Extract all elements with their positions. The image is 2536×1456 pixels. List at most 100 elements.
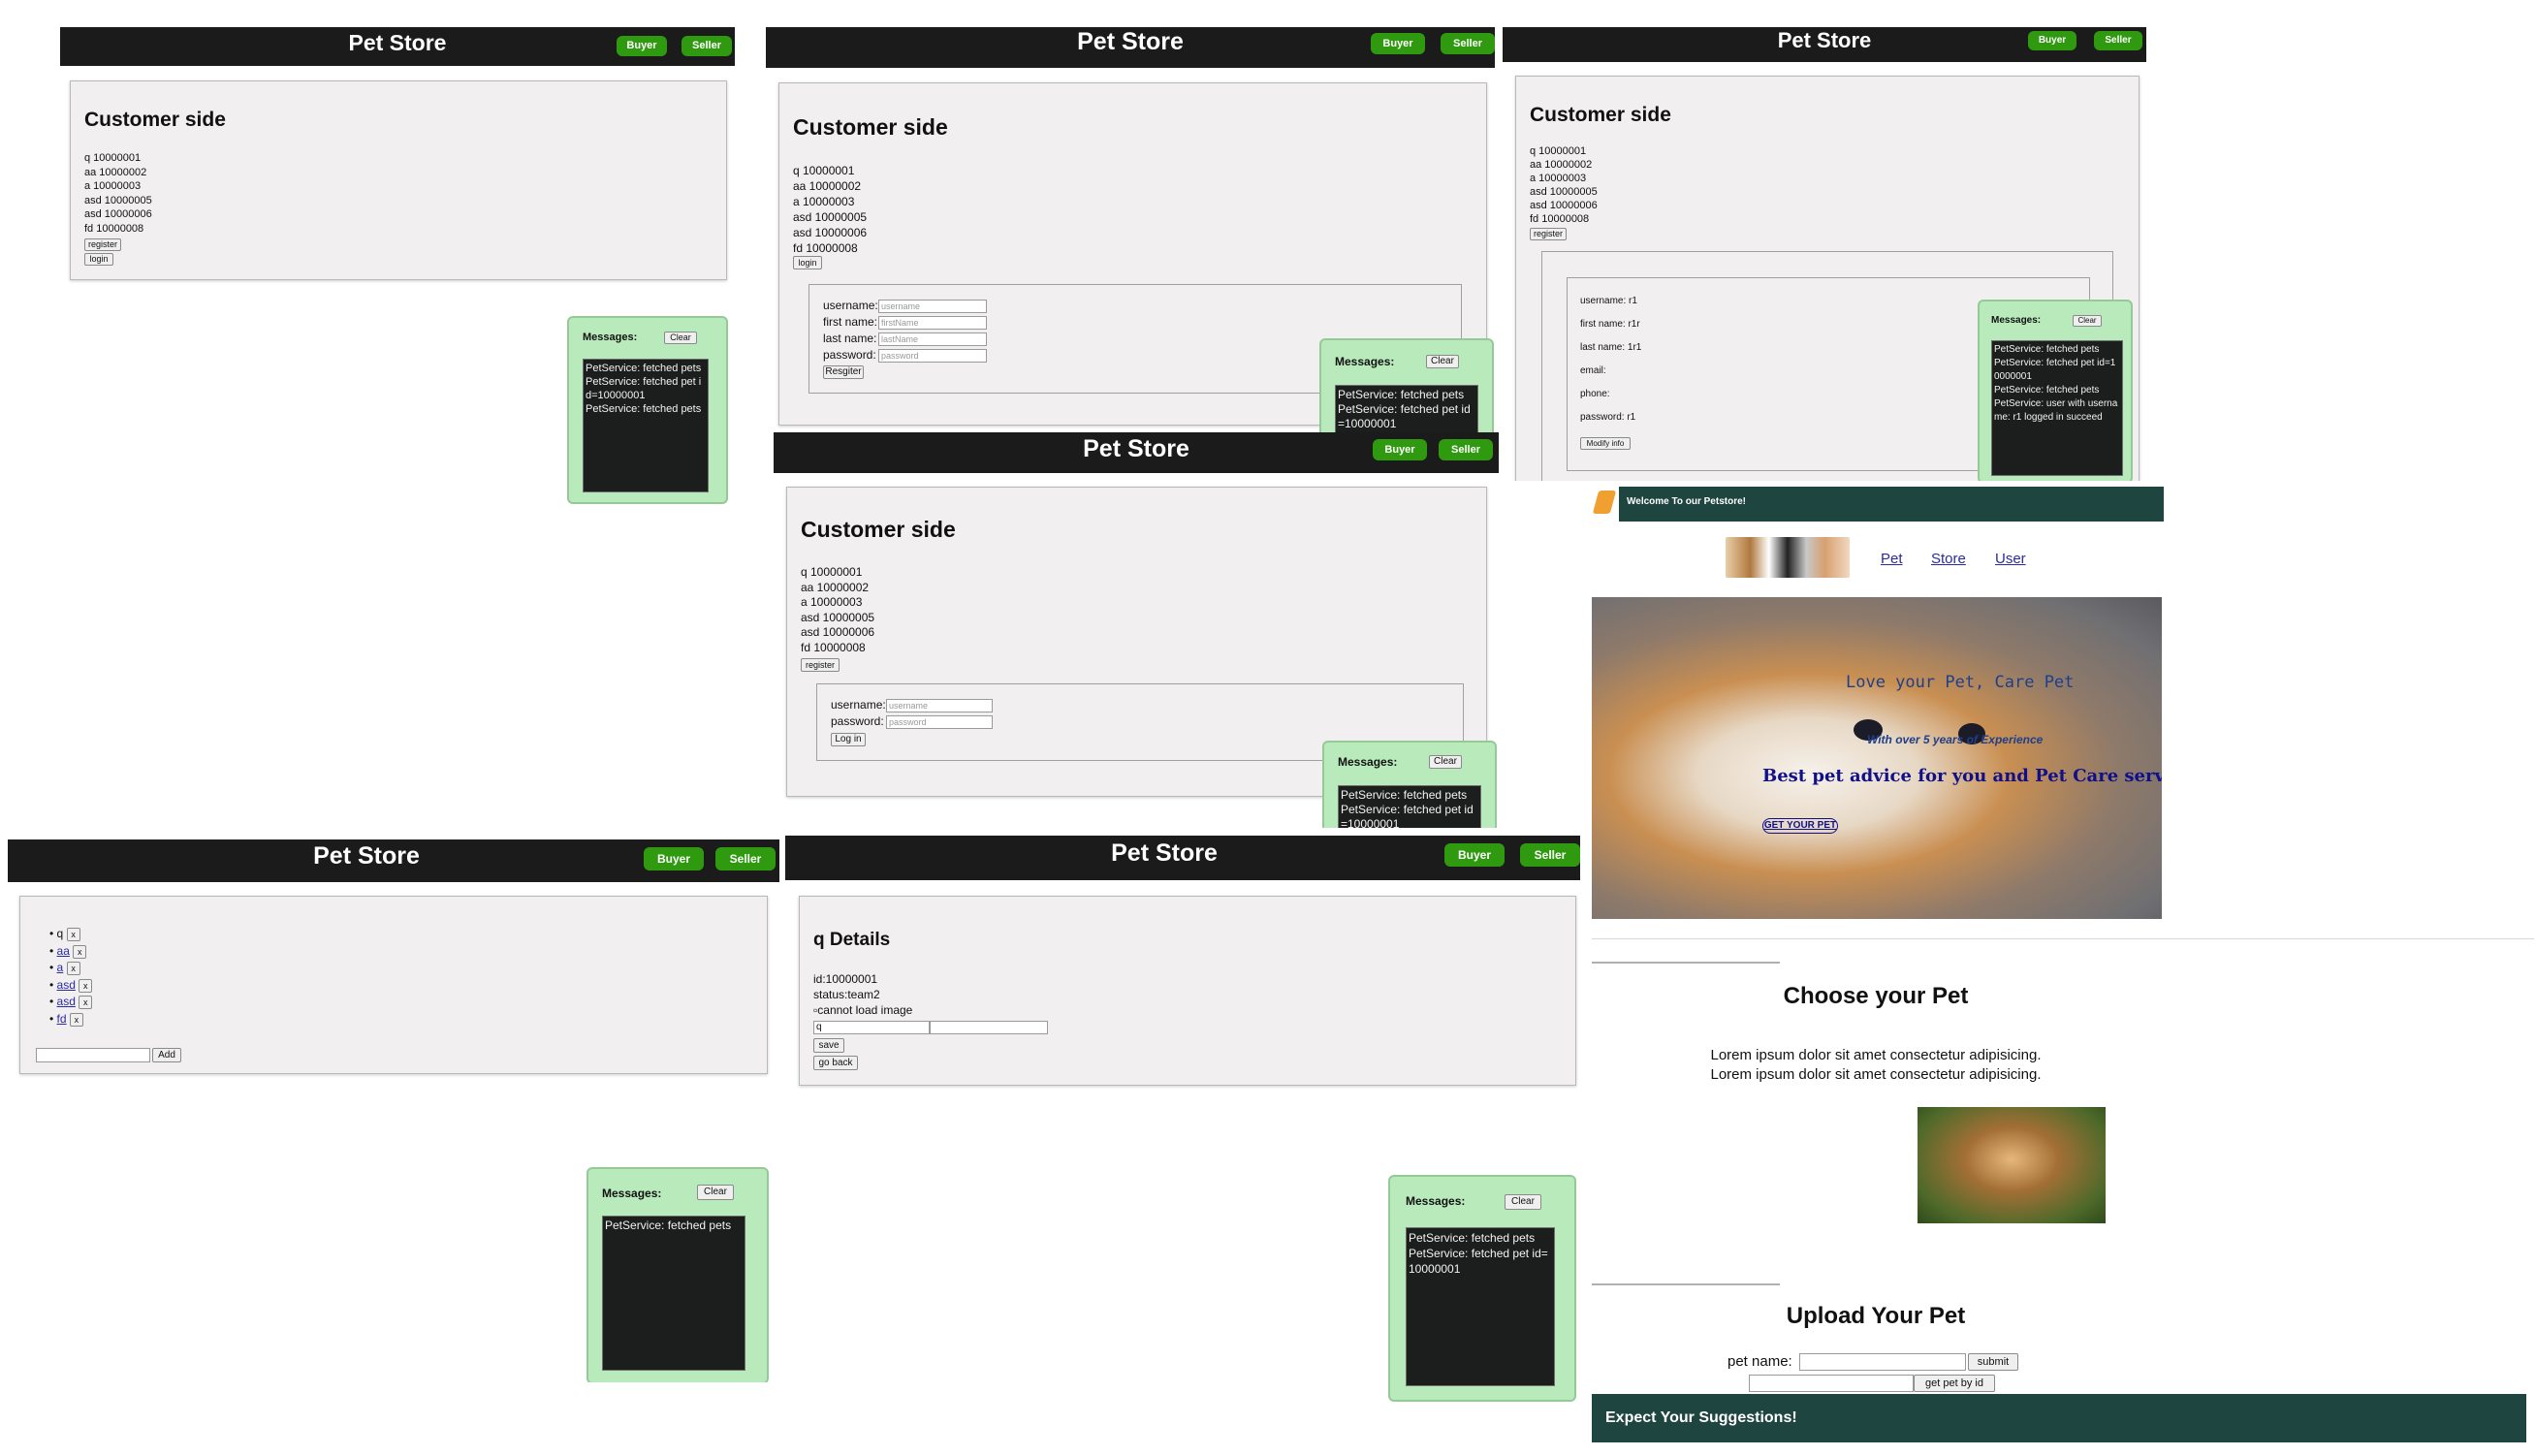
- seller-button[interactable]: Seller: [1441, 33, 1495, 54]
- buyer-button[interactable]: Buyer: [617, 36, 667, 56]
- get-pet-by-id-button[interactable]: get pet by id: [1914, 1375, 1995, 1392]
- detail-heading: q Details: [813, 930, 891, 950]
- remove-button[interactable]: x: [79, 996, 93, 1009]
- buyer-button[interactable]: Buyer: [2028, 31, 2076, 50]
- message-line: PetService: fetched pets: [586, 363, 702, 374]
- get-your-pet-button[interactable]: GET YOUR PET: [1762, 818, 1838, 834]
- login-button[interactable]: login: [793, 256, 822, 269]
- user-item: asd 10000006: [84, 208, 152, 220]
- seller-button[interactable]: Seller: [1520, 843, 1580, 867]
- last-name-input[interactable]: lastName: [878, 332, 987, 346]
- password-input[interactable]: password: [878, 349, 987, 363]
- panel-landing: Welcome To our Petstore! Pet Store User …: [1590, 483, 2534, 1454]
- pet-link[interactable]: asd: [57, 978, 76, 992]
- choose-title: Choose your Pet: [1783, 983, 1969, 1009]
- user-list: q 10000001 aa 10000002 a 10000003 asd 10…: [84, 151, 152, 236]
- user-list: q 10000001 aa 10000002 a 10000003 asd 10…: [801, 565, 874, 655]
- user-item: asd 10000006: [1530, 200, 1598, 211]
- pet-link[interactable]: asd: [57, 995, 76, 1008]
- buyer-button[interactable]: Buyer: [1371, 33, 1425, 54]
- nav-link-pet[interactable]: Pet: [1881, 551, 1903, 567]
- add-pet-input[interactable]: [36, 1048, 150, 1062]
- clear-button[interactable]: Clear: [2073, 315, 2102, 327]
- user-item: q 10000001: [801, 565, 863, 579]
- message-line: PetService: fetched pets: [1994, 385, 2100, 396]
- messages-box: PetService: fetched pets PetService: fet…: [1991, 340, 2123, 476]
- message-line: PetService: fetched pet id=10000001: [1409, 1247, 1548, 1276]
- add-button[interactable]: Add: [152, 1048, 181, 1062]
- panel-customer-list: Pet Store Buyer Seller Customer side q 1…: [60, 27, 735, 512]
- pet-link[interactable]: fd: [57, 1012, 67, 1026]
- user-item: a 10000003: [84, 180, 142, 192]
- app-title: Pet Store: [313, 842, 420, 870]
- message-line: PetService: fetched pets: [1338, 388, 1465, 401]
- remove-button[interactable]: x: [73, 944, 87, 959]
- pet-id-input[interactable]: [1749, 1375, 1914, 1392]
- clear-button[interactable]: Clear: [1429, 755, 1462, 769]
- messages-box: PetService: fetched pets PetService: fet…: [1406, 1227, 1555, 1386]
- username-input[interactable]: username: [878, 300, 987, 313]
- messages-title: Messages:: [1338, 755, 1398, 769]
- remove-button[interactable]: x: [69, 1012, 83, 1027]
- pet-list-item: • a x: [49, 960, 92, 977]
- pet-image-alt: cannot load image: [817, 1003, 913, 1017]
- customer-heading: Customer side: [84, 109, 226, 131]
- user-item: q 10000001: [793, 164, 855, 177]
- remove-button[interactable]: x: [66, 928, 80, 941]
- nav-link-store[interactable]: Store: [1931, 551, 1966, 567]
- submit-button[interactable]: submit: [1968, 1353, 2018, 1371]
- pet-link[interactable]: a: [57, 961, 64, 974]
- user-item: a 10000003: [801, 595, 863, 609]
- seller-button[interactable]: Seller: [715, 847, 776, 870]
- register-submit-button[interactable]: Resgiter: [823, 365, 864, 379]
- pet-list-item: • asd x: [49, 977, 93, 995]
- pet-list: • q x • aa x • a x • asd x • asd x • fd …: [49, 926, 93, 1028]
- buyer-button[interactable]: Buyer: [644, 847, 704, 870]
- panel-pet-list: Pet Store Buyer Seller • q x • aa x • a …: [8, 839, 779, 1382]
- modify-info-button[interactable]: Modify info: [1580, 437, 1631, 450]
- buyer-button[interactable]: Buyer: [1373, 439, 1427, 460]
- lorem-line: Lorem ipsum dolor sit amet consectetur a…: [1710, 1066, 2042, 1083]
- username-input[interactable]: username: [886, 699, 993, 712]
- user-item: aa 10000002: [84, 166, 147, 178]
- clear-button[interactable]: Clear: [1505, 1194, 1541, 1210]
- message-line: PetService: fetched pets: [1994, 344, 2100, 355]
- buyer-button[interactable]: Buyer: [1444, 843, 1505, 867]
- clear-button[interactable]: Clear: [697, 1185, 734, 1200]
- login-button[interactable]: login: [84, 253, 113, 266]
- lorem-line: Lorem ipsum dolor sit amet consectetur a…: [1710, 1047, 2042, 1063]
- landing-header: Welcome To our Petstore!: [1592, 487, 2164, 522]
- hero-experience: With over 5 years of Experience: [1867, 733, 2044, 746]
- register-button[interactable]: register: [1530, 228, 1567, 240]
- hero-headline: Best pet advice for you and Pet Care ser…: [1762, 766, 2162, 786]
- user-item: asd 10000005: [793, 210, 868, 224]
- password-input[interactable]: password: [886, 715, 993, 729]
- first-name-input[interactable]: firstName: [878, 316, 987, 330]
- clear-button[interactable]: Clear: [1426, 355, 1459, 368]
- customer-card: Customer side q 10000001 aa 10000002 a 1…: [70, 80, 727, 280]
- user-item: asd 10000006: [801, 625, 875, 639]
- register-button[interactable]: register: [801, 658, 840, 672]
- remove-button[interactable]: x: [66, 962, 80, 975]
- seller-button[interactable]: Seller: [682, 36, 732, 56]
- pet-extra-input[interactable]: [930, 1021, 1048, 1034]
- clear-button[interactable]: Clear: [664, 332, 697, 344]
- messages-panel: Messages: Clear PetService: fetched pets…: [1388, 1175, 1576, 1402]
- nav-link-user[interactable]: User: [1995, 551, 2026, 567]
- go-back-button[interactable]: go back: [813, 1056, 858, 1070]
- pet-link[interactable]: aa: [57, 944, 70, 958]
- kitten-photo: [1918, 1107, 2106, 1223]
- seller-button[interactable]: Seller: [1439, 439, 1493, 460]
- seller-button[interactable]: Seller: [2094, 31, 2142, 50]
- upload-title: Upload Your Pet: [1786, 1303, 1966, 1329]
- customer-heading: Customer side: [793, 114, 948, 140]
- password-label: password:: [831, 714, 884, 728]
- upload-pet-name-input[interactable]: [1799, 1353, 1966, 1371]
- register-button[interactable]: register: [84, 238, 121, 251]
- top-nav-bar: Pet Store Buyer Seller: [785, 836, 1580, 880]
- save-button[interactable]: save: [813, 1038, 844, 1053]
- pet-id: id:10000001: [813, 972, 878, 986]
- pet-name-input[interactable]: q: [813, 1021, 930, 1034]
- login-submit-button[interactable]: Log in: [831, 733, 866, 746]
- remove-button[interactable]: x: [79, 978, 93, 993]
